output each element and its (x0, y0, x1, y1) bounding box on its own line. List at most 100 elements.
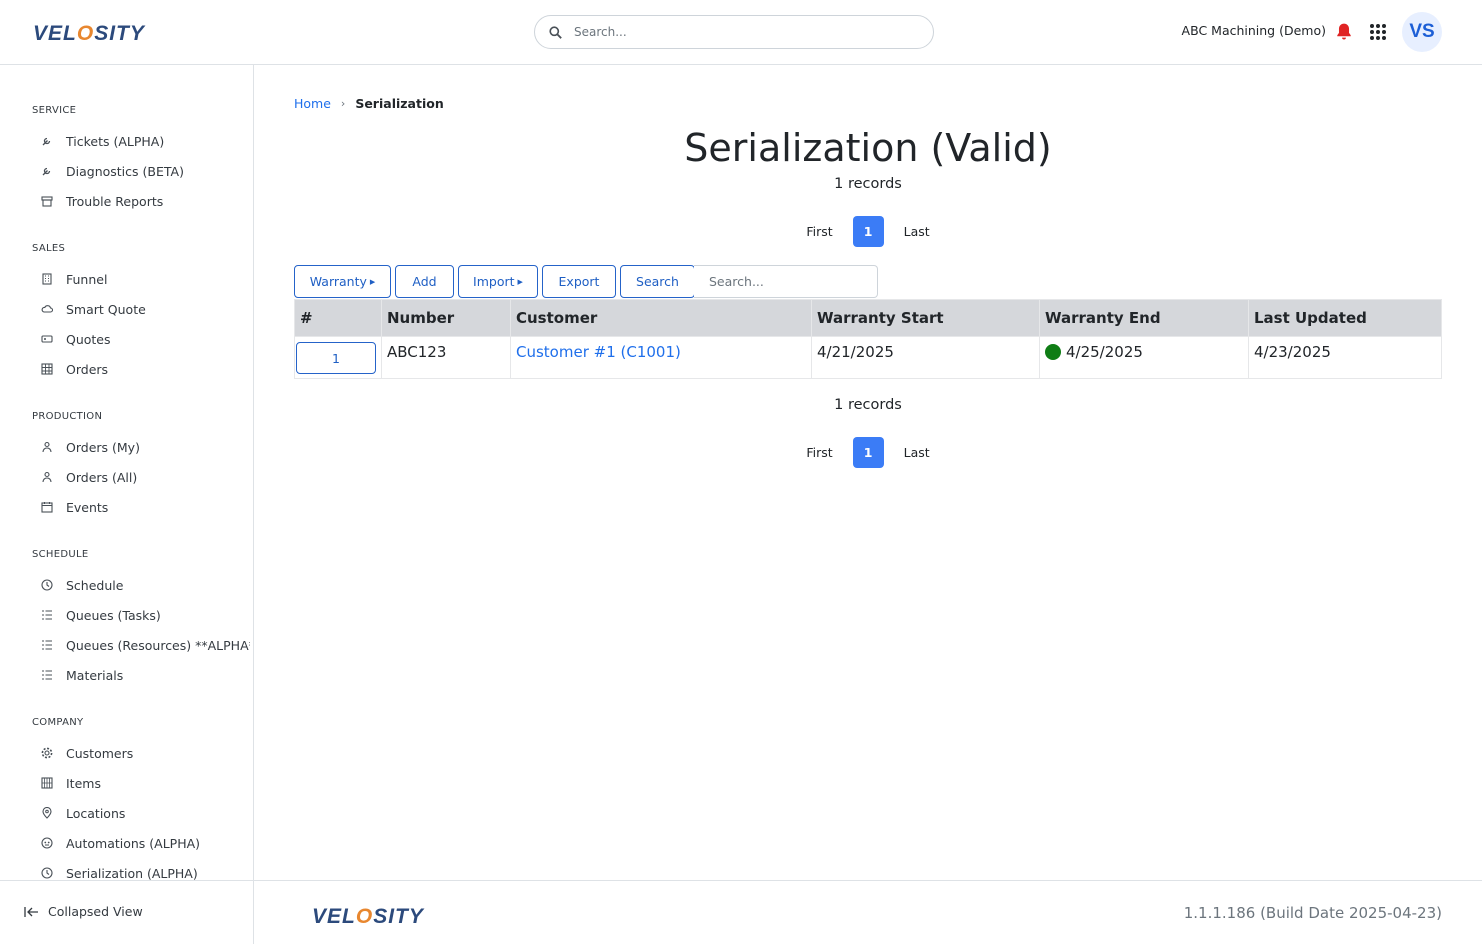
sidebar-item-quotes[interactable]: Quotes (40, 328, 250, 350)
pin-icon (40, 806, 54, 820)
sidebar: SERVICE Tickets (ALPHA) Diagnostics (BET… (0, 65, 254, 881)
warranty-dropdown-button[interactable]: Warranty ▶ (294, 265, 391, 298)
sidebar-item-label: Orders (My) (66, 439, 140, 455)
sidebar-item-orders-my[interactable]: Orders (My) (40, 436, 250, 458)
sidebar-item-funnel[interactable]: Funnel (40, 268, 250, 290)
sidebar-item-queues-tasks[interactable]: Queues (Tasks) (40, 604, 250, 626)
sidebar-item-label: Queues (Tasks) (66, 607, 161, 623)
sidebar-item-label: Schedule (66, 577, 124, 593)
pager-last-link[interactable]: Last (894, 224, 940, 239)
calendar-icon (40, 500, 54, 514)
sidebar-item-label: Materials (66, 667, 124, 683)
table-search-input[interactable] (694, 265, 878, 298)
column-header-index[interactable]: # (294, 299, 382, 337)
robot-icon (40, 836, 54, 850)
sidebar-item-smart-quote[interactable]: Smart Quote (40, 298, 250, 320)
sidebar-item-materials[interactable]: Materials (40, 664, 250, 686)
status-dot-icon (1045, 344, 1061, 360)
collapse-sidebar-button[interactable]: Collapsed View (24, 904, 143, 919)
grid-icon (40, 776, 54, 790)
sidebar-item-events[interactable]: Events (40, 496, 250, 518)
sidebar-footer: Collapsed View (0, 880, 254, 944)
cell-last-updated: 4/23/2025 (1248, 336, 1442, 379)
tag-icon (40, 332, 54, 346)
customer-link[interactable]: Customer #1 (C1001) (516, 343, 681, 361)
column-header-warranty-start[interactable]: Warranty Start (811, 299, 1040, 337)
sidebar-item-label: Locations (66, 805, 126, 821)
table-row: 1 ABC123 Customer #1 (C1001) 4/21/2025 4… (294, 336, 1442, 379)
sidebar-item-orders[interactable]: Orders (40, 358, 250, 380)
sidebar-item-automations[interactable]: Automations (ALPHA) (40, 832, 250, 854)
footer-logo: VELOSITY (312, 905, 424, 928)
clock-icon (40, 866, 54, 880)
breadcrumb-current: Serialization (355, 96, 444, 111)
search-button[interactable]: Search (620, 265, 695, 298)
sidebar-item-label: Orders (66, 361, 109, 377)
section-title-schedule: SCHEDULE (32, 549, 89, 560)
cell-warranty-start: 4/21/2025 (811, 336, 1040, 379)
pager-first-link[interactable]: First (796, 445, 842, 460)
sidebar-item-customers[interactable]: Customers (40, 742, 250, 764)
list-icon (40, 608, 54, 622)
pager-first-link[interactable]: First (796, 224, 842, 239)
table-icon (40, 362, 54, 376)
import-label: Import (473, 274, 515, 289)
apps-grid-icon[interactable] (1369, 23, 1387, 41)
global-search-input[interactable] (574, 25, 904, 39)
sidebar-item-label: Serialization (ALPHA) (66, 865, 198, 881)
breadcrumb-home-link[interactable]: Home (294, 96, 331, 111)
sidebar-item-queues-resources[interactable]: Queues (Resources) **ALPHA** (40, 634, 250, 656)
pagination-bottom: First 1 Last (294, 437, 1442, 468)
global-search[interactable] (534, 15, 934, 49)
column-header-customer[interactable]: Customer (510, 299, 812, 337)
sidebar-item-orders-all[interactable]: Orders (All) (40, 466, 250, 488)
velosity-logo[interactable]: VELOSITY (33, 22, 145, 46)
column-header-last-updated[interactable]: Last Updated (1248, 299, 1442, 337)
sidebar-item-label: Smart Quote (66, 301, 146, 317)
user-avatar[interactable]: VS (1402, 12, 1442, 52)
section-title-sales: SALES (32, 243, 66, 254)
pager-page-button[interactable]: 1 (852, 216, 884, 247)
building-icon (40, 272, 54, 286)
pagination-top: First 1 Last (294, 216, 1442, 247)
cell-number: ABC123 (381, 336, 511, 379)
bell-icon[interactable] (1335, 22, 1353, 41)
chevron-right-icon: › (340, 97, 346, 110)
records-count-bottom: 1 records (834, 397, 902, 413)
sidebar-item-label: Diagnostics (BETA) (66, 163, 184, 179)
serialization-table: # Number Customer Warranty Start Warrant… (294, 299, 1442, 379)
sidebar-item-trouble-reports[interactable]: Trouble Reports (40, 190, 250, 212)
table-toolbar: Warranty ▶ Add Import ▶ Export Search (294, 265, 878, 298)
column-header-warranty-end[interactable]: Warranty End (1039, 299, 1249, 337)
sidebar-item-label: Orders (All) (66, 469, 138, 485)
sidebar-item-tickets[interactable]: Tickets (ALPHA) (40, 130, 250, 152)
sidebar-item-label: Events (66, 499, 109, 515)
search-icon (549, 25, 562, 39)
export-button[interactable]: Export (542, 265, 616, 298)
sidebar-item-label: Trouble Reports (66, 193, 164, 209)
warranty-end-value: 4/25/2025 (1066, 343, 1143, 361)
pager-page-button[interactable]: 1 (852, 437, 884, 468)
sidebar-item-locations[interactable]: Locations (40, 802, 250, 824)
sidebar-item-diagnostics[interactable]: Diagnostics (BETA) (40, 160, 250, 182)
cell-warranty-end: 4/25/2025 (1039, 336, 1249, 379)
sidebar-item-items[interactable]: Items (40, 772, 250, 794)
person-gear-icon (40, 470, 54, 484)
row-open-button[interactable]: 1 (296, 342, 376, 374)
warranty-label: Warranty (309, 274, 367, 289)
sidebar-item-schedule[interactable]: Schedule (40, 574, 250, 596)
company-name[interactable]: ABC Machining (Demo) (1182, 23, 1326, 38)
pager-last-link[interactable]: Last (894, 445, 940, 460)
sidebar-item-label: Funnel (66, 271, 108, 287)
collapse-left-icon (24, 906, 38, 917)
clock-icon (40, 578, 54, 592)
add-button[interactable]: Add (395, 265, 454, 298)
collapse-label: Collapsed View (48, 904, 143, 919)
sidebar-item-serialization[interactable]: Serialization (ALPHA) (40, 862, 250, 881)
records-count-top: 1 records (834, 176, 902, 192)
import-dropdown-button[interactable]: Import ▶ (458, 265, 538, 298)
column-header-number[interactable]: Number (381, 299, 511, 337)
breadcrumb: Home › Serialization (294, 96, 444, 111)
section-title-production: PRODUCTION (32, 411, 103, 422)
section-title-company: COMPANY (32, 717, 84, 728)
